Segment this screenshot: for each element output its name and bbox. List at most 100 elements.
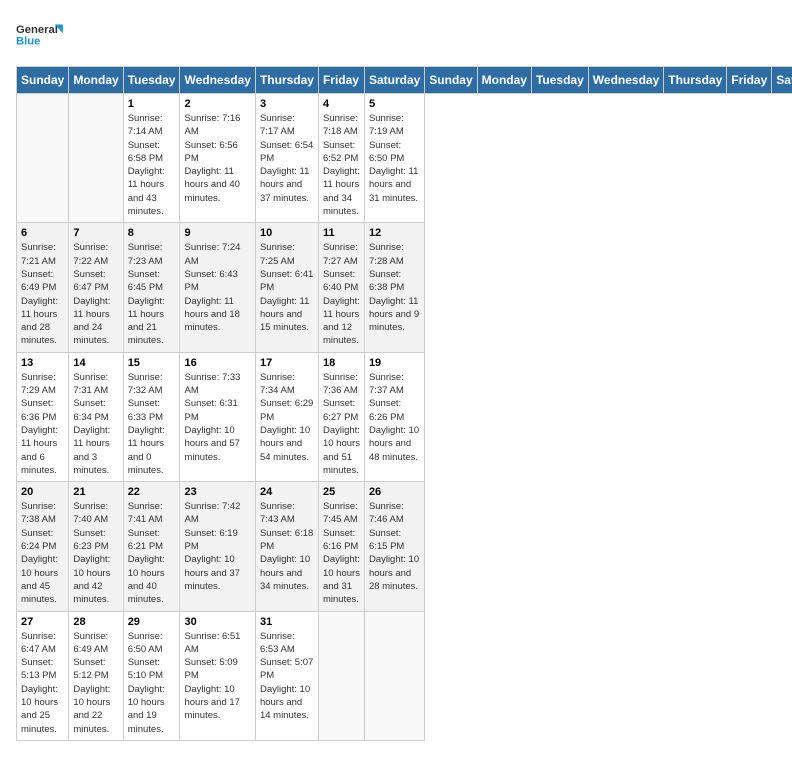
day-info: Sunrise: 7:45 AM Sunset: 6:16 PM Dayligh… (323, 500, 360, 606)
day-info: Sunrise: 7:40 AM Sunset: 6:23 PM Dayligh… (73, 500, 118, 606)
calendar-cell: 7 Sunrise: 7:22 AM Sunset: 6:47 PM Daylig… (69, 223, 123, 352)
day-number: 30 (184, 616, 250, 628)
day-info: Sunrise: 7:25 AM Sunset: 6:41 PM Dayligh… (260, 241, 314, 334)
calendar-cell: 19 Sunrise: 7:37 AM Sunset: 6:26 PM Dayli… (364, 352, 424, 481)
calendar-cell: 11 Sunrise: 7:27 AM Sunset: 6:40 PM Dayli… (318, 223, 364, 352)
day-header-thursday: Thursday (664, 67, 727, 94)
day-info: Sunrise: 7:27 AM Sunset: 6:40 PM Dayligh… (323, 241, 360, 347)
day-info: Sunrise: 7:17 AM Sunset: 6:54 PM Dayligh… (260, 112, 314, 205)
day-number: 14 (73, 357, 118, 369)
calendar-cell: 5 Sunrise: 7:19 AM Sunset: 6:50 PM Daylig… (364, 94, 424, 223)
day-number: 26 (369, 486, 420, 498)
day-number: 5 (369, 98, 420, 110)
day-info: Sunrise: 7:23 AM Sunset: 6:45 PM Dayligh… (128, 241, 176, 347)
day-number: 6 (21, 227, 64, 239)
day-number: 19 (369, 357, 420, 369)
day-number: 28 (73, 616, 118, 628)
day-info: Sunrise: 7:21 AM Sunset: 6:49 PM Dayligh… (21, 241, 64, 347)
day-number: 20 (21, 486, 64, 498)
day-header-friday: Friday (727, 67, 772, 94)
day-number: 15 (128, 357, 176, 369)
day-info: Sunrise: 6:53 AM Sunset: 5:07 PM Dayligh… (260, 630, 314, 723)
day-number: 17 (260, 357, 314, 369)
day-number: 18 (323, 357, 360, 369)
logo: General Blue (16, 16, 66, 56)
day-number: 25 (323, 486, 360, 498)
day-info: Sunrise: 7:37 AM Sunset: 6:26 PM Dayligh… (369, 371, 420, 464)
calendar-cell: 20 Sunrise: 7:38 AM Sunset: 6:24 PM Dayli… (17, 482, 69, 611)
calendar-cell: 15 Sunrise: 7:32 AM Sunset: 6:33 PM Dayli… (123, 352, 180, 481)
day-info: Sunrise: 7:28 AM Sunset: 6:38 PM Dayligh… (369, 241, 420, 334)
day-header-thursday: Thursday (255, 67, 318, 94)
day-number: 21 (73, 486, 118, 498)
day-number: 7 (73, 227, 118, 239)
day-number: 24 (260, 486, 314, 498)
day-header-friday: Friday (318, 67, 364, 94)
calendar-cell: 6 Sunrise: 7:21 AM Sunset: 6:49 PM Daylig… (17, 223, 69, 352)
calendar-cell: 12Sunrise: 7:28 AM Sunset: 6:38 PM Dayli… (364, 223, 424, 352)
calendar-week-1: 1Sunrise: 7:14 AM Sunset: 6:58 PM Daylig… (17, 94, 792, 223)
calendar-cell: 28 Sunrise: 6:49 AM Sunset: 5:12 PM Dayli… (69, 611, 123, 740)
day-info: Sunrise: 6:50 AM Sunset: 5:10 PM Dayligh… (128, 630, 176, 736)
calendar-cell: 3 Sunrise: 7:17 AM Sunset: 6:54 PM Daylig… (255, 94, 318, 223)
day-header-saturday: Saturday (364, 67, 424, 94)
day-header-tuesday: Tuesday (123, 67, 180, 94)
calendar-cell: 16Sunrise: 7:33 AM Sunset: 6:31 PM Dayli… (180, 352, 255, 481)
page-header: General Blue (16, 16, 776, 56)
day-info: Sunrise: 6:49 AM Sunset: 5:12 PM Dayligh… (73, 630, 118, 736)
day-info: Sunrise: 7:18 AM Sunset: 6:52 PM Dayligh… (323, 112, 360, 218)
day-header-saturday: Saturday (772, 67, 792, 94)
day-header-sunday: Sunday (17, 67, 69, 94)
calendar-cell (318, 611, 364, 740)
day-number: 13 (21, 357, 64, 369)
calendar-cell: 1Sunrise: 7:14 AM Sunset: 6:58 PM Daylig… (123, 94, 180, 223)
day-info: Sunrise: 7:22 AM Sunset: 6:47 PM Dayligh… (73, 241, 118, 347)
day-info: Sunrise: 7:46 AM Sunset: 6:15 PM Dayligh… (369, 500, 420, 593)
day-number: 29 (128, 616, 176, 628)
day-header-sunday: Sunday (425, 67, 477, 94)
calendar-cell (69, 94, 123, 223)
calendar-week-5: 27Sunrise: 6:47 AM Sunset: 5:13 PM Dayli… (17, 611, 792, 740)
day-number: 9 (184, 227, 250, 239)
day-number: 16 (184, 357, 250, 369)
day-info: Sunrise: 7:41 AM Sunset: 6:21 PM Dayligh… (128, 500, 176, 606)
day-info: Sunrise: 7:34 AM Sunset: 6:29 PM Dayligh… (260, 371, 314, 464)
calendar-cell: 26 Sunrise: 7:46 AM Sunset: 6:15 PM Dayli… (364, 482, 424, 611)
calendar-cell: 4 Sunrise: 7:18 AM Sunset: 6:52 PM Daylig… (318, 94, 364, 223)
day-info: Sunrise: 7:14 AM Sunset: 6:58 PM Dayligh… (128, 112, 176, 218)
calendar-cell: 8 Sunrise: 7:23 AM Sunset: 6:45 PM Daylig… (123, 223, 180, 352)
day-info: Sunrise: 7:24 AM Sunset: 6:43 PM Dayligh… (184, 241, 250, 334)
day-header-wednesday: Wednesday (180, 67, 255, 94)
calendar-cell: 31Sunrise: 6:53 AM Sunset: 5:07 PM Dayli… (255, 611, 318, 740)
calendar-cell: 27Sunrise: 6:47 AM Sunset: 5:13 PM Dayli… (17, 611, 69, 740)
calendar-cell: 2Sunrise: 7:16 AM Sunset: 6:56 PM Daylig… (180, 94, 255, 223)
calendar-cell: 17 Sunrise: 7:34 AM Sunset: 6:29 PM Dayli… (255, 352, 318, 481)
calendar-cell: 29 Sunrise: 6:50 AM Sunset: 5:10 PM Dayli… (123, 611, 180, 740)
calendar-header-row: SundayMondayTuesdayWednesdayThursdayFrid… (17, 67, 792, 94)
calendar-cell: 14Sunrise: 7:31 AM Sunset: 6:34 PM Dayli… (69, 352, 123, 481)
day-info: Sunrise: 7:42 AM Sunset: 6:19 PM Dayligh… (184, 500, 250, 593)
day-number: 4 (323, 98, 360, 110)
day-number: 27 (21, 616, 64, 628)
day-info: Sunrise: 7:32 AM Sunset: 6:33 PM Dayligh… (128, 371, 176, 477)
day-info: Sunrise: 7:19 AM Sunset: 6:50 PM Dayligh… (369, 112, 420, 205)
day-info: Sunrise: 7:16 AM Sunset: 6:56 PM Dayligh… (184, 112, 250, 205)
day-number: 8 (128, 227, 176, 239)
day-header-tuesday: Tuesday (531, 67, 588, 94)
calendar-cell: 30 Sunrise: 6:51 AM Sunset: 5:09 PM Dayli… (180, 611, 255, 740)
day-header-monday: Monday (69, 67, 123, 94)
calendar-cell: 25 Sunrise: 7:45 AM Sunset: 6:16 PM Dayli… (318, 482, 364, 611)
day-header-wednesday: Wednesday (588, 67, 663, 94)
day-info: Sunrise: 7:38 AM Sunset: 6:24 PM Dayligh… (21, 500, 64, 606)
logo-svg: General Blue (16, 16, 66, 56)
day-info: Sunrise: 7:43 AM Sunset: 6:18 PM Dayligh… (260, 500, 314, 593)
day-info: Sunrise: 6:51 AM Sunset: 5:09 PM Dayligh… (184, 630, 250, 723)
svg-text:Blue: Blue (16, 35, 40, 47)
calendar-cell (17, 94, 69, 223)
day-number: 11 (323, 227, 360, 239)
calendar-week-2: 6 Sunrise: 7:21 AM Sunset: 6:49 PM Daylig… (17, 223, 792, 352)
day-number: 3 (260, 98, 314, 110)
day-info: Sunrise: 7:36 AM Sunset: 6:27 PM Dayligh… (323, 371, 360, 477)
day-header-monday: Monday (477, 67, 531, 94)
calendar-cell: 10Sunrise: 7:25 AM Sunset: 6:41 PM Dayli… (255, 223, 318, 352)
